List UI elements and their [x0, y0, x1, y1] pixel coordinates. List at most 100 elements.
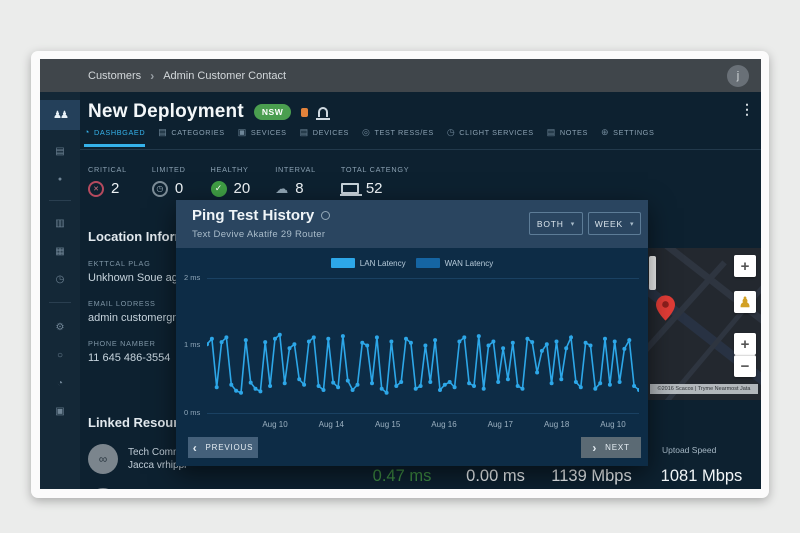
latency-line-series [207, 278, 639, 413]
tab-dashboard[interactable]: ◔DASHBGAED [84, 127, 145, 147]
breadcrumb-bar: Customers › Admin Customer Contact j [40, 59, 761, 92]
sidebar-item-chart[interactable]: ▦ [40, 238, 80, 264]
y-tick: 2 ms [184, 273, 206, 282]
tab-notes[interactable]: ▤NOTES [547, 127, 588, 145]
tab-settings[interactable]: ⊕SETTINGS [601, 127, 654, 145]
notes-icon: ▤ [547, 127, 556, 138]
list-item[interactable]: ∞ Date Neves [88, 488, 238, 489]
test-results-icon: ◎ [362, 127, 370, 138]
previous-button[interactable]: ‹ PREVIOUS [188, 437, 258, 458]
breadcrumb-customers[interactable]: Customers [88, 70, 141, 82]
sidebar-item-dot[interactable]: ● [40, 166, 80, 192]
sidebar-item-clock[interactable]: ◷ [40, 266, 80, 292]
both-dropdown[interactable]: BOTH▾ [529, 212, 583, 235]
latency-value: 0.00 ms [458, 467, 533, 486]
week-dropdown[interactable]: WEEK▾ [588, 212, 641, 235]
breadcrumb-admin-customer-contact: Admin Customer Contact [163, 70, 286, 82]
chevron-left-icon: ‹ [193, 441, 198, 455]
page-title: New Deployment [88, 101, 244, 123]
limited-count: 0 [175, 180, 183, 197]
tab-test-results[interactable]: ◎TEST RESS/ES [362, 127, 434, 145]
map-attribution: ©2016 Scacos | Tryme Nearmost Jata [650, 384, 758, 394]
y-tick: 1 ms [184, 340, 206, 349]
tab-categories[interactable]: ▤CATEGORIES [158, 127, 224, 145]
divider [80, 149, 761, 150]
status-summary: CRITICAL ✕2 LIMITED ◷0 HEALTHY ✓20 INTER… [88, 165, 409, 197]
settings-icon: ⊕ [601, 127, 609, 138]
map-pin-icon[interactable] [656, 295, 675, 321]
status-badge: NSW [254, 104, 291, 120]
link-icon: ∞ [88, 488, 118, 489]
sidebar-item-settings[interactable]: ⚙ [40, 314, 80, 340]
chart-legend: LAN Latency WAN Latency [176, 258, 648, 268]
sidebar: ♟♟ ▤ ● ▥ ▦ ◷ ⚙ ○ ◔ ▣ [40, 92, 80, 489]
chevron-right-icon: › [592, 441, 597, 455]
sidebar-divider [49, 200, 71, 201]
healthy-count: 20 [234, 180, 251, 197]
map-fullscreen-button[interactable]: + [734, 255, 756, 277]
total-count: 52 [366, 180, 383, 197]
app-content: Customers › Admin Customer Contact j ♟♟ … [40, 59, 761, 489]
modal-title: Ping Test History [192, 207, 314, 224]
user-avatar[interactable]: j [727, 65, 749, 87]
dashboard-icon: ◔ [84, 127, 90, 137]
sidebar-item-history[interactable]: ◔ [40, 370, 80, 396]
pegman-icon[interactable]: ♟ [734, 291, 756, 313]
upload-speed-value: 1081 Mbps [648, 467, 755, 486]
sidebar-item-globe[interactable]: ○ [40, 342, 80, 368]
page-header: New Deployment NSW [88, 99, 328, 125]
sidebar-item-document[interactable]: ▤ [40, 138, 80, 164]
lan-swatch-icon [331, 258, 355, 268]
services-icon: ▣ [238, 127, 247, 138]
interval-count: 8 [295, 180, 303, 197]
bell-icon[interactable] [318, 107, 328, 117]
next-button[interactable]: › NEXT [581, 437, 641, 458]
stat-interval: INTERVAL ☁8 [275, 165, 316, 197]
modal-subtitle: Text Devive Akatife 29 Router [192, 229, 325, 240]
sidebar-item-box[interactable]: ▣ [40, 398, 80, 424]
breadcrumb: Customers › Admin Customer Contact [88, 59, 286, 92]
kebab-menu-icon[interactable]: ⋮ [740, 101, 754, 118]
speed-value: 1139 Mbps [543, 467, 640, 486]
laptop-icon [341, 183, 359, 194]
tab-client-services[interactable]: ◷CLIGHT SERVICES [447, 127, 534, 145]
tab-devices[interactable]: ▤DEVICES [300, 127, 349, 145]
app-window: Customers › Admin Customer Contact j ♟♟ … [31, 51, 769, 498]
tab-bar: ◔DASHBGAED ▤CATEGORIES ▣SEVICES ▤DEVICES… [84, 127, 654, 149]
ping-test-history-modal: Ping Test History Text Devive Akatife 29… [176, 200, 648, 466]
y-tick: 0 ms [184, 408, 206, 417]
legend-lan: LAN Latency [331, 258, 406, 268]
modal-header: Ping Test History Text Devive Akatife 29… [176, 200, 648, 248]
chevron-down-icon: ▾ [630, 220, 634, 228]
zoom-out-button[interactable]: − [734, 355, 756, 377]
critical-icon: ✕ [88, 181, 104, 197]
alert-dot-icon [301, 108, 308, 117]
stat-healthy: HEALTHY ✓20 [211, 165, 251, 197]
legend-wan: WAN Latency [416, 258, 494, 268]
latency-chart [207, 278, 639, 413]
chevron-right-icon: › [150, 69, 154, 83]
cloud-icon: ☁ [275, 181, 288, 197]
map-panel[interactable]: + ♟ + − ©2016 Scacos | Tryme Nearmost Ja… [648, 248, 761, 400]
upload-speed-label: Uptoad Speed [662, 445, 716, 455]
gridline [207, 278, 639, 279]
wan-swatch-icon [416, 258, 440, 268]
x-axis-labels: Aug 10 Aug 14 Aug 15 Aug 16 Aug 17 Aug 1… [255, 420, 633, 429]
tab-services[interactable]: ▣SEVICES [238, 127, 287, 145]
map-slider[interactable] [649, 256, 656, 290]
info-icon[interactable] [321, 211, 330, 220]
latency-value: 0.47 ms [357, 467, 447, 486]
stat-critical: CRITICAL ✕2 [88, 165, 127, 197]
zoom-in-button[interactable]: + [734, 333, 756, 355]
critical-count: 2 [111, 180, 119, 197]
sidebar-item-users[interactable]: ♟♟ [40, 100, 80, 130]
devices-icon: ▤ [300, 127, 309, 138]
categories-icon: ▤ [158, 127, 167, 138]
chevron-down-icon: ▾ [571, 220, 575, 228]
sidebar-item-card[interactable]: ▥ [40, 210, 80, 236]
healthy-icon: ✓ [211, 181, 227, 197]
sidebar-divider [49, 302, 71, 303]
link-icon: ∞ [88, 444, 118, 474]
gridline [207, 413, 639, 414]
stat-limited: LIMITED ◷0 [152, 165, 186, 197]
